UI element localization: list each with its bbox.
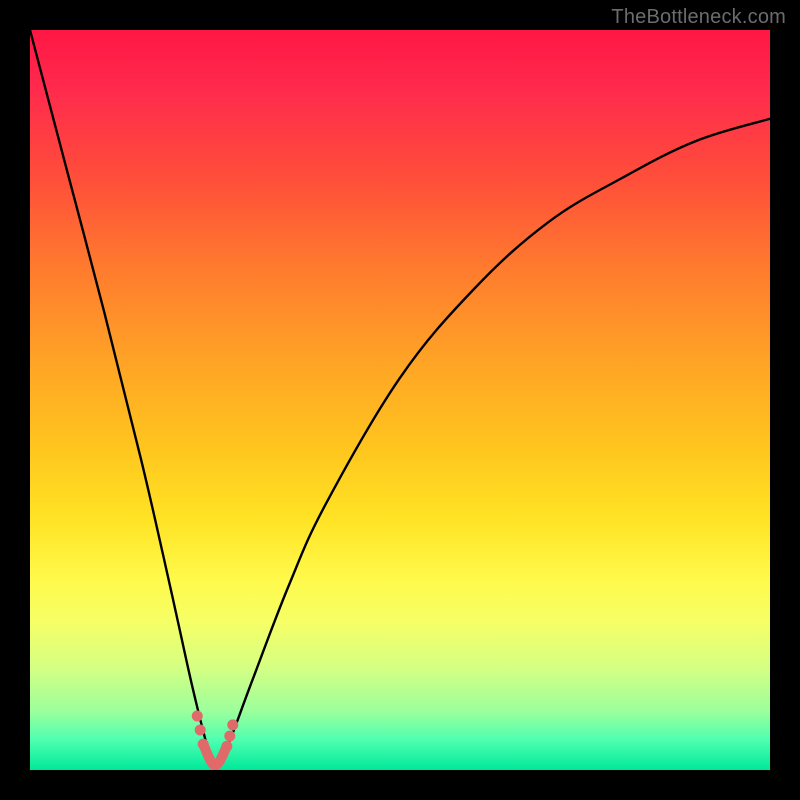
trough-marker-dot: [224, 730, 235, 741]
trough-markers: [192, 710, 239, 751]
chart-plot-area: [30, 30, 770, 770]
trough-marker-dot: [195, 725, 206, 736]
curve-right-branch: [215, 119, 770, 770]
trough-highlight: [203, 744, 227, 765]
curve-left-branch: [30, 30, 215, 770]
trough-marker-dot: [221, 741, 232, 752]
bottleneck-curve: [30, 30, 770, 770]
trough-marker-dot: [192, 710, 203, 721]
watermark-text: TheBottleneck.com: [611, 6, 786, 29]
trough-marker-dot: [198, 739, 209, 750]
trough-marker-dot: [227, 719, 238, 730]
